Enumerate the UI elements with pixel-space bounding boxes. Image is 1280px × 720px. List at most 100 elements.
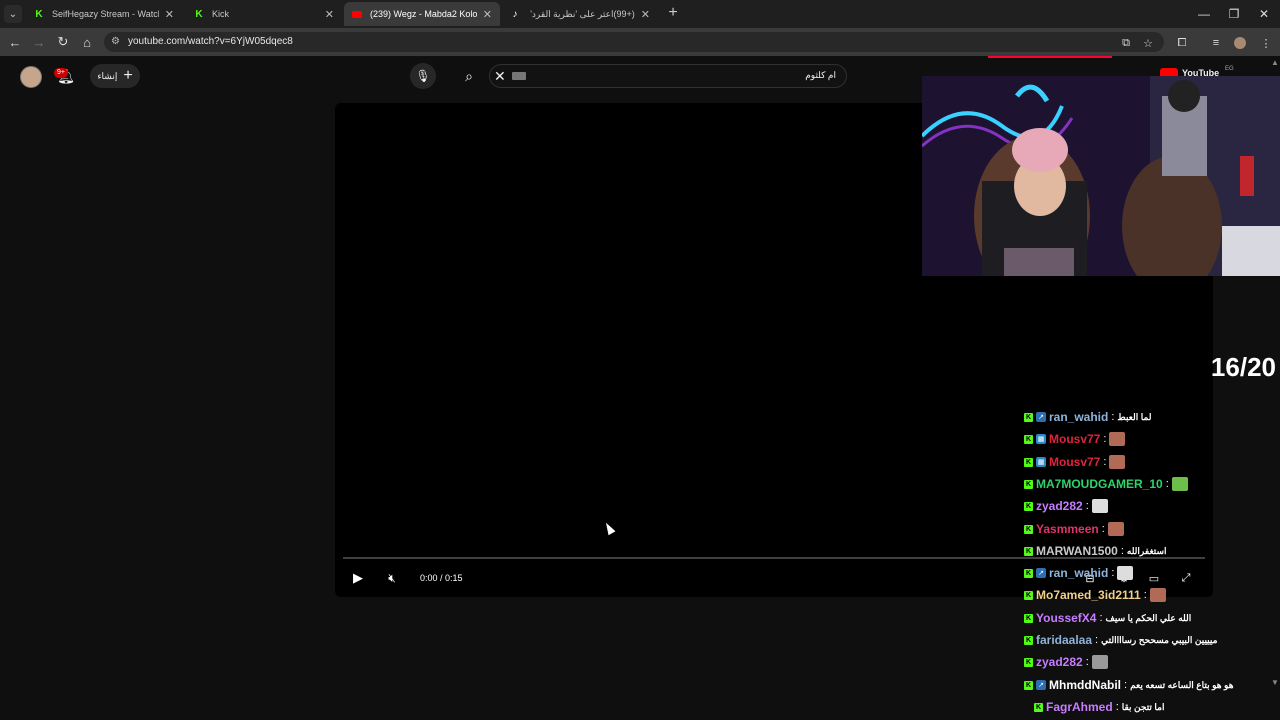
search-icon[interactable]: ⌕: [450, 64, 488, 88]
home-icon[interactable]: ⌂: [78, 33, 96, 51]
chat-emote-icon: [1109, 432, 1126, 446]
chat-message: K ↗ MhmddNabil: هو هو بتاع الساعه تسعه يعم: [1024, 676, 1233, 694]
tab-kick[interactable]: K Kick ✕: [186, 2, 342, 26]
close-tab-icon[interactable]: ✕: [483, 8, 492, 21]
kick-icon: K: [195, 8, 203, 20]
restore-icon[interactable]: ❐: [1220, 4, 1248, 24]
minimize-icon[interactable]: —: [1190, 4, 1218, 24]
chat-username: Mo7amed_3id2111: [1036, 588, 1141, 602]
chat-emote-icon: [1109, 455, 1126, 469]
chat-username: Mousv77: [1049, 455, 1101, 469]
chat-message-text: هو هو بتاع الساعه تسعه يعم: [1130, 679, 1234, 690]
loading-progress-bar: [988, 56, 1112, 58]
notification-count-badge: 9+: [54, 68, 68, 78]
bookmark-star-icon[interactable]: ☆: [1140, 35, 1156, 51]
kick-icon: K: [35, 8, 43, 20]
region-label: EG: [1225, 66, 1234, 72]
video-time: 0:00 / 0:15: [420, 573, 463, 583]
chat-message: Kzyad282:: [1024, 497, 1108, 515]
chat-emote-icon: [1107, 522, 1124, 536]
subscriber-badge-icon: ↗: [1036, 568, 1046, 578]
chat-separator: :: [1111, 411, 1115, 423]
scroll-up-arrow-icon[interactable]: ▲: [1271, 58, 1279, 67]
muted-volume-icon[interactable]: 🔇︎: [381, 568, 403, 588]
chat-separator: :: [1115, 701, 1119, 713]
chat-message: K ▦ Mousv77:: [1024, 453, 1126, 471]
reading-list-icon[interactable]: ≡: [1208, 35, 1224, 51]
chat-separator: :: [1085, 656, 1089, 668]
chat-separator: :: [1099, 612, 1103, 624]
youtube-icon: [352, 9, 362, 19]
chat-separator: :: [1095, 634, 1099, 646]
chat-emote-icon: [1117, 566, 1134, 580]
extensions-icon[interactable]: ⧠: [1174, 35, 1190, 51]
close-tab-icon[interactable]: ✕: [641, 8, 650, 21]
subscriber-badge-icon: ▦: [1036, 434, 1046, 444]
close-window-icon[interactable]: ✕: [1250, 4, 1278, 24]
kick-badge-icon: K: [1024, 657, 1033, 667]
chat-username: Mousv77: [1049, 432, 1101, 446]
forward-icon[interactable]: →: [30, 33, 48, 51]
fullscreen-icon[interactable]: ⤢: [1178, 570, 1194, 586]
keyboard-icon[interactable]: [512, 72, 526, 80]
chat-username: ran_wahid: [1049, 410, 1109, 424]
kick-badge-icon: K: [1024, 613, 1033, 623]
tab-search-chevron-icon[interactable]: ⌄: [4, 5, 22, 23]
chat-message: K ↗ ran_wahid: لما العبط: [1024, 408, 1151, 426]
chat-message: K Mo7amed_3id2111:: [1024, 586, 1166, 604]
kick-badge-icon: K: [1024, 568, 1033, 578]
profile-avatar-icon[interactable]: [1232, 35, 1248, 51]
chat-separator: :: [1120, 545, 1124, 557]
chat-message: K ▦ Mousv77:: [1024, 430, 1126, 448]
url-text[interactable]: youtube.com/watch?v=6YjW05dqec8: [128, 36, 293, 47]
chat-separator: :: [1101, 523, 1105, 535]
plus-icon: +: [123, 67, 133, 84]
chat-username: faridaalaa: [1036, 633, 1093, 647]
chat-username: MhmddNabil: [1049, 678, 1121, 692]
chat-message: K MARWAN1500: استغفرالله: [1024, 542, 1167, 560]
create-button[interactable]: إنشاء +: [90, 64, 140, 88]
tab-youtube[interactable]: (239) Wegz - Mabda2 Kolo Btamn ✕: [344, 2, 500, 26]
chat-message: K FagrAhmed: اما تتجن بقا: [1034, 698, 1165, 716]
kick-badge-icon: K: [1024, 590, 1033, 600]
poll-counter: 16/20: [1210, 352, 1276, 382]
tab-tiktok[interactable]: ♪ (+99)اعثر على 'نظرية القرد' على ✕: [502, 2, 658, 26]
account-avatar[interactable]: [20, 66, 42, 88]
tab-seifhegazy[interactable]: K SeifHegazy Stream - Watch Live ✕: [26, 2, 182, 26]
chat-username: Yasmmeen: [1036, 522, 1099, 536]
site-info-icon[interactable]: ⚙: [111, 36, 123, 48]
chat-username: FagrAhmed: [1046, 700, 1113, 714]
voice-search-mic-icon[interactable]: 🎙︎: [410, 63, 436, 89]
chat-emote-icon: [1149, 588, 1166, 602]
clear-search-icon[interactable]: ✕: [494, 68, 508, 84]
kick-badge-icon: K: [1024, 680, 1033, 690]
subscriber-badge-icon: ↗: [1036, 680, 1046, 690]
chat-separator: :: [1111, 567, 1115, 579]
chat-emote-icon: [1091, 655, 1108, 669]
chat-emote-icon: [1091, 499, 1108, 513]
close-tab-icon[interactable]: ✕: [325, 8, 334, 21]
close-tab-icon[interactable]: ✕: [165, 8, 174, 21]
subscriber-badge-icon: ▦: [1036, 457, 1046, 467]
chat-message-text: ميييين البيبي مسححح رساااالتي: [1101, 634, 1218, 645]
theater-mode-icon[interactable]: ▭: [1146, 570, 1162, 586]
back-icon[interactable]: ←: [6, 33, 24, 51]
browser-menu-icon[interactable]: ⋮: [1258, 35, 1274, 51]
play-icon[interactable]: ▶: [348, 568, 368, 588]
chat-message: Kfaridaalaa: ميييين البيبي مسححح رساااالت…: [1024, 631, 1217, 649]
chat-separator: :: [1124, 679, 1128, 691]
install-app-icon[interactable]: ⧉: [1118, 35, 1134, 51]
chat-separator: :: [1103, 433, 1107, 445]
chat-message-text: استغفرالله: [1126, 545, 1167, 556]
new-tab-icon[interactable]: +: [664, 4, 682, 22]
kick-badge-icon: K: [1024, 412, 1033, 422]
kick-badge-icon: K: [1034, 702, 1043, 712]
webcam-scene: [922, 76, 1280, 276]
chat-username: ran_wahid: [1049, 566, 1109, 580]
chat-message-text: لما العبط: [1117, 411, 1152, 422]
scroll-down-arrow-icon[interactable]: ▼: [1271, 678, 1279, 687]
tiktok-icon: ♪: [512, 8, 518, 20]
chat-username: MA7MOUDGAMER_10: [1036, 477, 1163, 491]
chat-message: K YoussefX4: الله علي الحكم يا سيف: [1024, 609, 1191, 627]
reload-icon[interactable]: ↻: [54, 33, 72, 51]
